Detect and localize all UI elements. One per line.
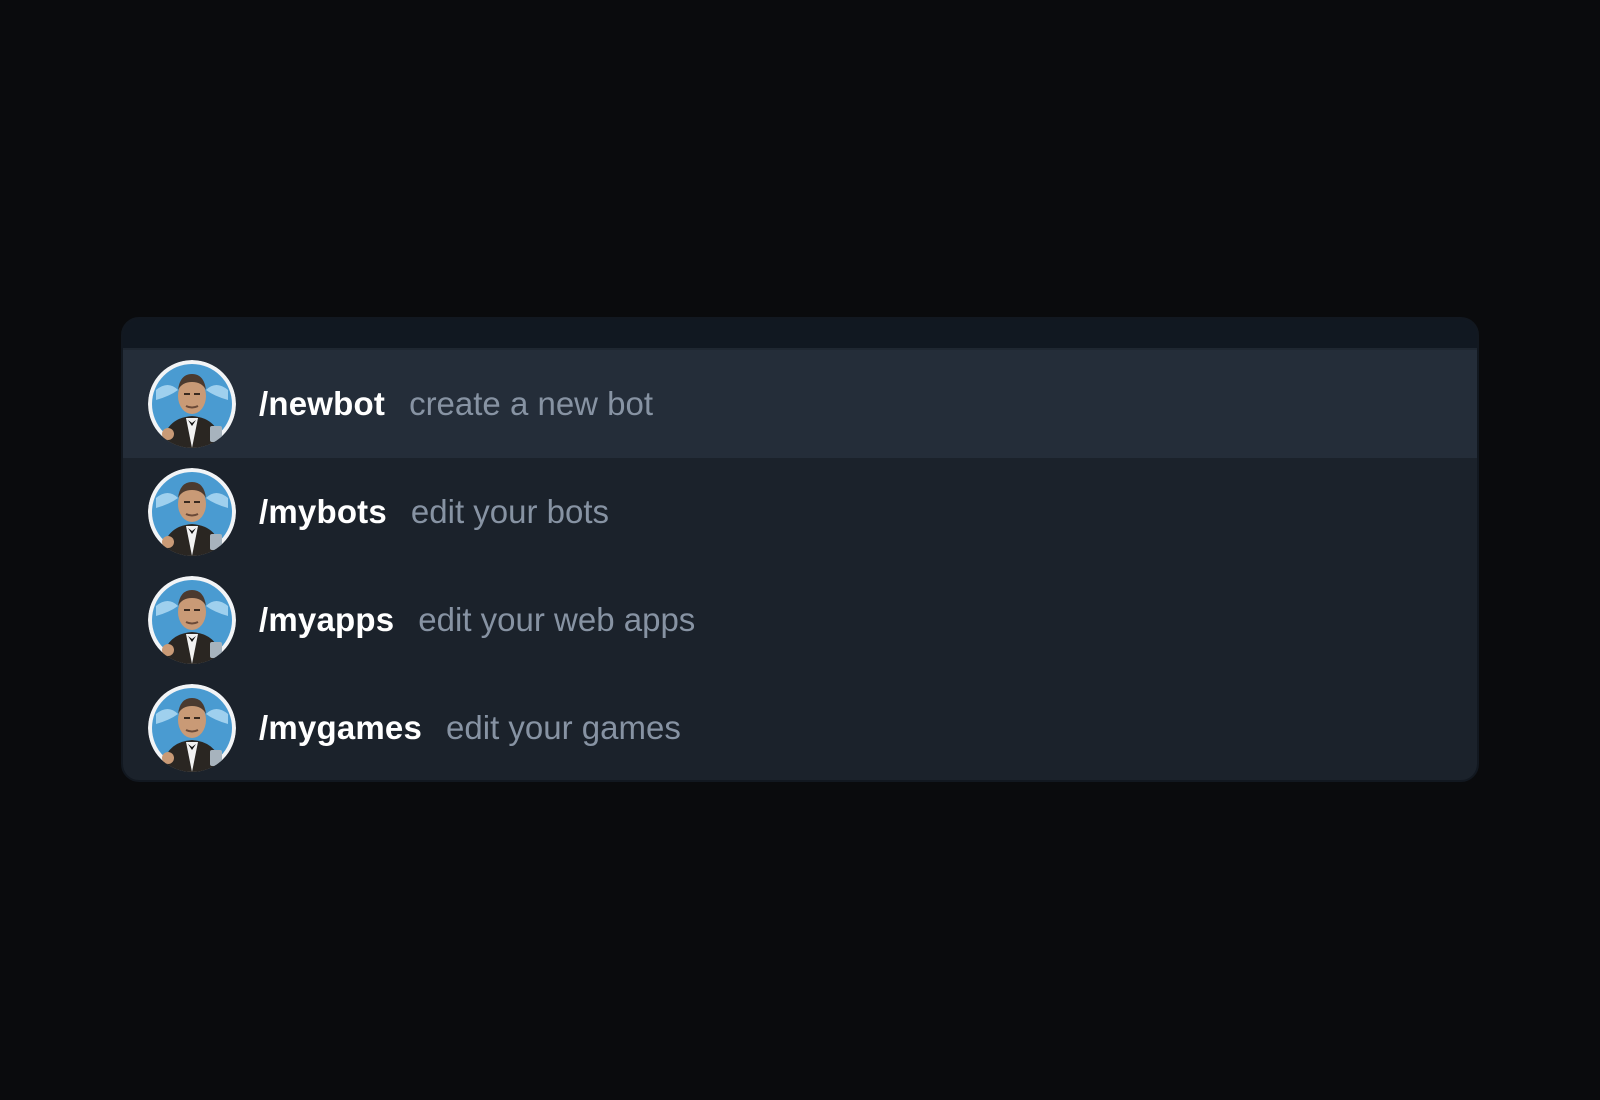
command-description: edit your bots (410, 493, 610, 530)
command-name: /mybots (259, 493, 387, 530)
botfather-avatar-icon (148, 360, 236, 448)
command-description: edit your web apps (418, 601, 696, 638)
command-suggestions-panel: /newbot create a new bot /mybots edit yo (121, 317, 1479, 782)
command-description: create a new bot (409, 385, 654, 422)
command-row-mygames[interactable]: /mygames edit your games (123, 674, 1477, 780)
command-row-myapps[interactable]: /myapps edit your web apps (123, 566, 1477, 674)
command-description: edit your games (446, 709, 681, 746)
botfather-avatar-icon (148, 576, 236, 664)
command-row-mybots[interactable]: /mybots edit your bots (123, 458, 1477, 566)
command-row-newbot[interactable]: /newbot create a new bot (123, 350, 1477, 458)
botfather-avatar-icon (148, 468, 236, 556)
botfather-avatar-icon (148, 684, 236, 772)
panel-header (123, 319, 1477, 350)
command-name: /newbot (259, 385, 386, 422)
command-name: /mygames (259, 709, 423, 746)
command-name: /myapps (259, 601, 395, 638)
